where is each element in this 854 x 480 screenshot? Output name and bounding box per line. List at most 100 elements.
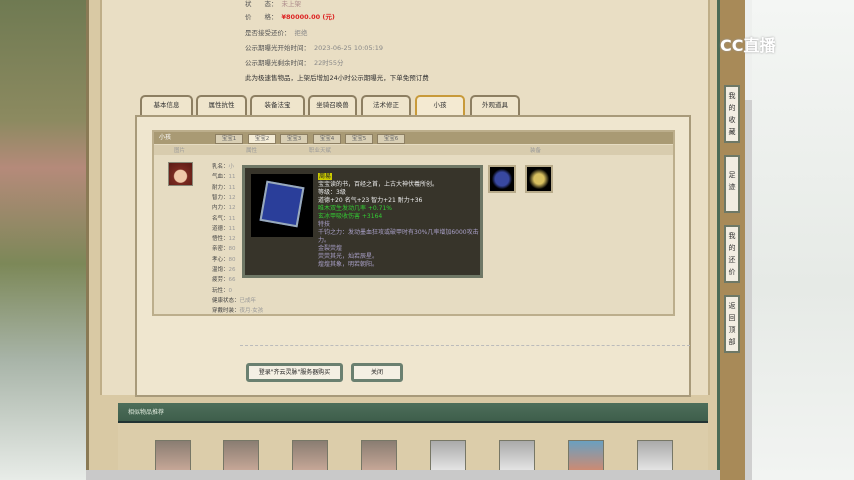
item-image-book: [251, 174, 313, 237]
remaining-time-row: 公示期曝光剩余时间： 22时55分: [245, 59, 344, 67]
cc-live-watermark: CC直播: [720, 36, 776, 55]
tooltip-desc: 宝宝读的书，百经之首，上古大神伏羲所创。: [318, 181, 439, 188]
background-scenery-right: [752, 0, 854, 480]
stat-label: 孝心：: [212, 256, 229, 263]
recommend-item[interactable]: [155, 440, 191, 472]
stat-value: 小: [228, 164, 235, 170]
stat-row: 名气：11: [212, 214, 236, 222]
equipment-slot-item[interactable]: [525, 165, 553, 193]
sidebar-history[interactable]: 足迹: [724, 155, 740, 213]
status-row: 状 态： 未上架: [245, 0, 301, 8]
header-talent: 职业天赋: [309, 148, 332, 154]
stat-label: 乳名：: [212, 164, 229, 170]
stat-row: 乳名：小: [212, 162, 234, 170]
sidebar-back-to-top[interactable]: 返回顶部: [724, 295, 740, 353]
tooltip-bonus-2: 玄冰甲吸收伤害 +3164: [318, 213, 383, 220]
subtab-baby-2[interactable]: 宝宝2: [248, 134, 276, 144]
stat-row: 穿戴时装：夜月·女孩: [212, 306, 263, 314]
stat-label: 疲劳：: [212, 277, 229, 284]
stat-row: 悟性：12: [212, 234, 236, 242]
tab-equipment[interactable]: 装备法宝: [250, 95, 305, 115]
tooltip-level: 等级：3级: [318, 189, 346, 196]
stat-row: 亲密：80: [212, 244, 236, 252]
stat-value: 26: [228, 267, 236, 273]
recommend-item[interactable]: [292, 440, 328, 472]
item-tooltip: 周易 宝宝读的书，百经之首，上古大神伏羲所创。 等级：3级 道德+20 名气+2…: [242, 165, 483, 278]
background-scenery-left: [0, 0, 86, 480]
stat-value: 0: [228, 287, 233, 294]
stat-value: 12: [228, 205, 236, 212]
stat-row: 玩性：0: [212, 286, 232, 294]
subtab-baby-6[interactable]: 宝宝6: [377, 134, 405, 144]
tooltip-skill-title: 特技: [318, 221, 331, 228]
recommend-item[interactable]: [223, 440, 259, 472]
equipment-slot-book[interactable]: [488, 165, 516, 193]
header-equipment: 装备: [530, 148, 542, 154]
stat-row: 智力：12: [212, 193, 236, 201]
stat-value: 80: [228, 246, 236, 253]
recommend-item[interactable]: [568, 440, 604, 472]
vertical-scrollbar[interactable]: [745, 100, 752, 480]
stat-row: 耐力：11: [212, 183, 236, 191]
stat-value: 已成年: [239, 297, 257, 304]
tooltip-attrs: 道德+20 名气+23 智力+21 耐力+36: [318, 197, 423, 204]
close-button[interactable]: 关闭: [351, 363, 403, 382]
stat-value: 12: [228, 236, 236, 243]
stat-row: 温饱：26: [212, 265, 236, 273]
stat-label: 穿戴时装：: [212, 308, 240, 315]
sidebar-favorites[interactable]: 我的收藏: [724, 85, 740, 143]
stat-row: 孝心：80: [212, 255, 236, 263]
stat-label: 内力：: [212, 205, 229, 212]
stat-label: 道德：: [212, 225, 229, 232]
tab-child[interactable]: 小孩: [415, 95, 465, 115]
tab-mounts-pets[interactable]: 坐骑召唤兽: [308, 95, 357, 115]
stat-label: 气血：: [212, 174, 229, 181]
stat-row: 气血：11: [212, 172, 236, 180]
stat-label: 亲密：: [212, 246, 229, 253]
subtab-baby-4[interactable]: 宝宝4: [313, 134, 341, 144]
horizontal-scrollbar[interactable]: [86, 470, 752, 480]
table-header: 图片 属性 职业天赋 装备: [154, 145, 673, 155]
stat-label: 智力：: [212, 194, 229, 201]
stat-row: 内力：12: [212, 203, 236, 211]
tooltip-bonus-1: 唯木双生发动几率 +0.71%: [318, 205, 392, 212]
price-row: 价 格： ¥80000.00 (元): [245, 13, 335, 21]
recommend-item[interactable]: [430, 440, 466, 472]
divider: [240, 345, 690, 346]
stat-row: 道德：11: [212, 224, 236, 232]
subtab-baby-3[interactable]: 宝宝3: [280, 134, 308, 144]
start-time-row: 公示期曝光开始时间： 2023-06-25 10:05:19: [245, 44, 384, 52]
recommend-item[interactable]: [499, 440, 535, 472]
bargain-row: 是否接受还价： 拒绝: [245, 29, 308, 37]
stat-label: 悟性：: [212, 236, 229, 243]
header-attributes: 属性: [246, 148, 258, 154]
stat-value: 11: [228, 174, 236, 181]
recommend-item[interactable]: [637, 440, 673, 472]
stat-label: 玩性：: [212, 287, 229, 294]
tab-basic-info[interactable]: 基本信息: [140, 95, 193, 115]
tooltip-set-title: 金裂荧煌: [318, 245, 343, 252]
tab-attributes[interactable]: 属性抗性: [196, 95, 247, 115]
stat-value: 12: [228, 194, 236, 201]
subtab-baby-5[interactable]: 宝宝5: [345, 134, 373, 144]
stat-value: 80: [228, 256, 236, 263]
notice-text: 此为极速售物品，上架后增加24小时公示期曝光，下单免预订费: [245, 74, 429, 82]
tooltip-set-2: 煌煌其象，明若朝阳。: [318, 261, 379, 268]
recommend-item[interactable]: [361, 440, 397, 472]
header-image: 图片: [174, 148, 186, 154]
stat-label: 耐力：: [212, 184, 229, 191]
tooltip-skill: 千钧之力：发动墨血狂攻或破甲时有30%几率增加6000攻击力。: [318, 229, 479, 244]
tooltip-set-1: 荧荧其光，灿若辰星。: [318, 253, 379, 260]
subtab-baby-1[interactable]: 宝宝1: [215, 134, 243, 144]
login-buy-button[interactable]: 登录"齐云灵脉"服务器购买: [246, 363, 343, 382]
recommend-header: 相似物品推荐: [118, 403, 708, 423]
tab-appearance[interactable]: 外观道具: [470, 95, 520, 115]
stat-value: 11: [228, 225, 236, 232]
stat-label: 健康状态：: [212, 297, 240, 304]
stat-value: 66: [228, 277, 236, 284]
sidebar-my-offers[interactable]: 我的还价: [724, 225, 740, 283]
stat-row: 疲劳：66: [212, 275, 236, 283]
stat-label: 名气：: [212, 215, 229, 222]
tab-spells[interactable]: 法术修正: [361, 95, 411, 115]
stat-value: 夜月·女孩: [239, 308, 264, 315]
